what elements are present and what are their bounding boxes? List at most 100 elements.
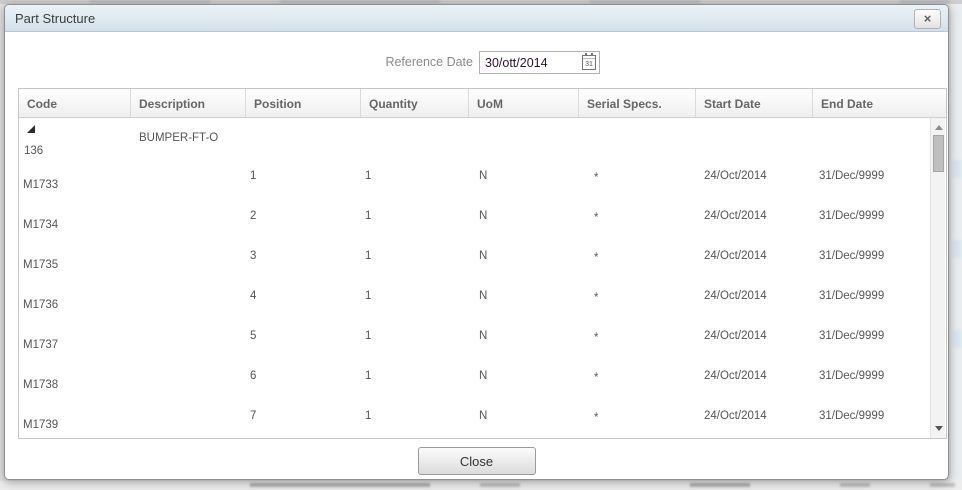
cell-uom: N — [479, 370, 488, 382]
table-row[interactable]: M1737 5 1 N * 24/Oct/2014 31/Dec/9999 — [19, 318, 946, 358]
cell-code: M1735 — [23, 259, 59, 271]
cell-end-date: 31/Dec/9999 — [819, 410, 885, 422]
cell-description — [131, 278, 246, 318]
backdrop-fragment — [952, 330, 962, 348]
part-structure-grid: Code Description Position Quantity UoM S… — [18, 88, 947, 439]
table-row[interactable]: M1734 2 1 N * 24/Oct/2014 31/Dec/9999 — [19, 198, 946, 238]
cell-quantity: 1 — [365, 210, 372, 222]
cell-code: M1739 — [23, 419, 59, 431]
column-header-end-date[interactable]: End Date — [813, 89, 946, 117]
cell-uom: N — [479, 170, 488, 182]
cell-serial-specs: * — [594, 332, 599, 344]
dialog-titlebar: Part Structure × — [5, 5, 948, 32]
cell-quantity: 1 — [365, 170, 372, 182]
cell-description — [131, 358, 246, 398]
cell-start-date: 24/Oct/2014 — [704, 410, 767, 422]
cell-position: 5 — [250, 330, 257, 342]
backdrop-fragment — [952, 240, 962, 258]
cell-uom: N — [479, 250, 488, 262]
table-row[interactable]: M1738 6 1 N * 24/Oct/2014 31/Dec/9999 — [19, 358, 946, 398]
cell-quantity: 1 — [365, 410, 372, 422]
cell-end-date: 31/Dec/9999 — [819, 170, 885, 182]
cell-code: M1733 — [23, 179, 59, 191]
cell-serial-specs: * — [594, 252, 599, 264]
cell-serial-specs: * — [594, 292, 599, 304]
backdrop-fragment — [250, 483, 430, 487]
cell-serial-specs: * — [594, 412, 599, 424]
parent-code: 136 — [24, 145, 44, 157]
cell-code: M1738 — [23, 379, 59, 391]
cell-uom: N — [479, 210, 488, 222]
table-row[interactable]: M1735 3 1 N * 24/Oct/2014 31/Dec/9999 — [19, 238, 946, 278]
cell-uom: N — [479, 290, 488, 302]
reference-date-value[interactable]: 30/ott/2014 — [480, 56, 582, 70]
table-row[interactable]: M1733 1 1 N * 24/Oct/2014 31/Dec/9999 — [19, 158, 946, 198]
vertical-scrollbar[interactable] — [930, 118, 945, 438]
cell-description — [131, 158, 246, 198]
table-row[interactable]: M1736 4 1 N * 24/Oct/2014 31/Dec/9999 — [19, 278, 946, 318]
cell-end-date: 31/Dec/9999 — [819, 370, 885, 382]
cell-start-date: 24/Oct/2014 — [704, 170, 767, 182]
cell-start-date: 24/Oct/2014 — [704, 370, 767, 382]
scroll-down-icon[interactable] — [931, 421, 946, 436]
grid-header-row: Code Description Position Quantity UoM S… — [19, 89, 946, 118]
grid-body: BUMPER-FT-O 136 M1733 1 1 N * 24/Oct/201… — [19, 118, 946, 438]
cell-position: 7 — [250, 410, 257, 422]
cell-uom: N — [479, 410, 488, 422]
column-header-position[interactable]: Position — [246, 89, 361, 117]
reference-date-input[interactable]: 30/ott/2014 31 — [479, 51, 600, 74]
cell-serial-specs: * — [594, 172, 599, 184]
cell-quantity: 1 — [365, 330, 372, 342]
backdrop-fragment — [690, 483, 750, 487]
column-header-uom[interactable]: UoM — [469, 89, 579, 117]
table-row[interactable]: M1739 7 1 N * 24/Oct/2014 31/Dec/9999 — [19, 398, 946, 438]
cell-code: M1737 — [23, 339, 59, 351]
backdrop-fragment — [930, 483, 955, 487]
cell-start-date: 24/Oct/2014 — [704, 250, 767, 262]
cell-position: 1 — [250, 170, 257, 182]
backdrop-fragment — [590, 0, 700, 3]
cell-end-date: 31/Dec/9999 — [819, 330, 885, 342]
cell-quantity: 1 — [365, 290, 372, 302]
cell-code: M1736 — [23, 299, 59, 311]
cell-description — [131, 238, 246, 278]
table-row-parent[interactable]: BUMPER-FT-O 136 — [19, 118, 946, 158]
backdrop-fragment — [840, 483, 870, 487]
column-header-description[interactable]: Description — [131, 89, 246, 117]
backdrop-fragment — [952, 160, 962, 178]
column-header-serial-specs[interactable]: Serial Specs. — [579, 89, 696, 117]
cell-serial-specs: * — [594, 212, 599, 224]
cell-uom: N — [479, 330, 488, 342]
column-header-start-date[interactable]: Start Date — [696, 89, 813, 117]
close-icon[interactable]: × — [914, 9, 941, 29]
cell-code: M1734 — [23, 219, 59, 231]
cell-end-date: 31/Dec/9999 — [819, 290, 885, 302]
cell-position: 3 — [250, 250, 257, 262]
scrollbar-thumb[interactable] — [933, 135, 944, 172]
cell-start-date: 24/Oct/2014 — [704, 290, 767, 302]
part-structure-dialog: Part Structure × Reference Date 30/ott/2… — [4, 4, 949, 480]
cell-description — [131, 198, 246, 238]
column-header-code[interactable]: Code — [19, 89, 131, 117]
scroll-up-icon[interactable] — [931, 120, 946, 135]
backdrop-fragment — [480, 483, 520, 487]
backdrop-fragment — [90, 0, 210, 3]
close-button[interactable]: Close — [417, 447, 536, 475]
tree-expanded-icon[interactable] — [27, 125, 35, 133]
cell-end-date: 31/Dec/9999 — [819, 210, 885, 222]
cell-position: 6 — [250, 370, 257, 382]
cell-position: 4 — [250, 290, 257, 302]
calendar-icon[interactable]: 31 — [582, 53, 596, 70]
reference-date-label: Reference Date — [385, 55, 473, 69]
column-header-quantity[interactable]: Quantity — [361, 89, 469, 117]
cell-serial-specs: * — [594, 372, 599, 384]
backdrop-fragment — [900, 0, 950, 3]
cell-description — [131, 318, 246, 358]
cell-start-date: 24/Oct/2014 — [704, 330, 767, 342]
cell-position: 2 — [250, 210, 257, 222]
cell-quantity: 1 — [365, 370, 372, 382]
backdrop-fragment — [280, 0, 440, 3]
dialog-title: Part Structure — [15, 11, 96, 26]
cell-description — [131, 398, 246, 438]
cell-start-date: 24/Oct/2014 — [704, 210, 767, 222]
